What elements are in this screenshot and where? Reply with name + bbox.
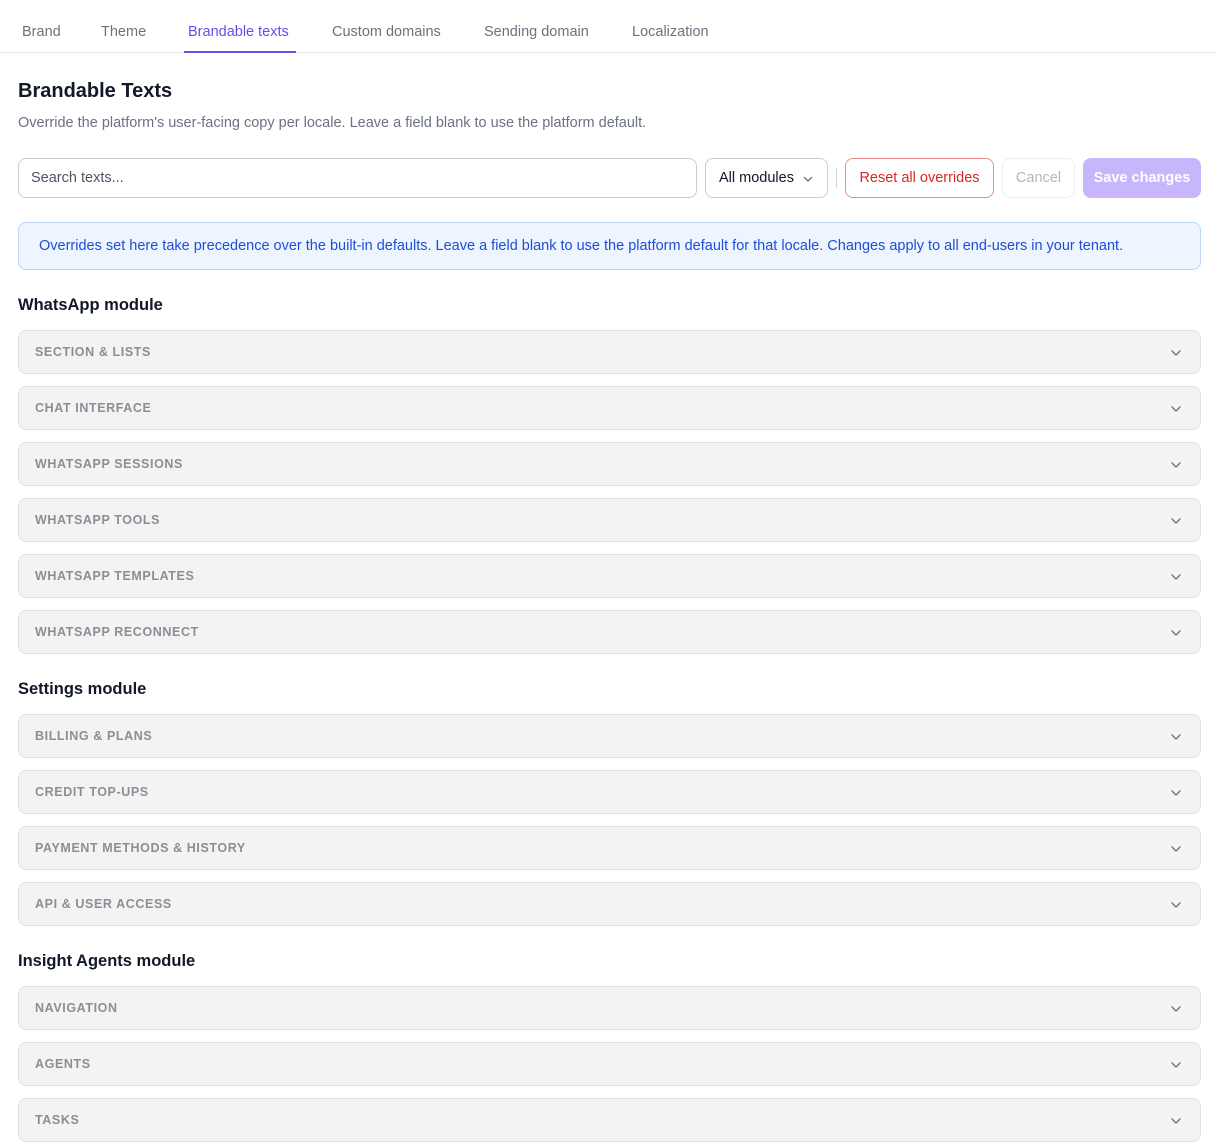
accordion-whatsapp-sessions[interactable]: WHATSAPP SESSIONS xyxy=(18,442,1201,486)
active-tab-indicator xyxy=(184,51,296,53)
chevron-down-icon xyxy=(1171,1006,1181,1012)
accordion-label: WHATSAPP SESSIONS xyxy=(35,457,183,471)
accordion-label: WHATSAPP TOOLS xyxy=(35,513,161,527)
cancel-button[interactable]: Cancel xyxy=(1002,158,1075,198)
chevron-down-icon xyxy=(1171,406,1181,412)
accordion-payment-methods-history[interactable]: PAYMENT METHODS & HISTORY xyxy=(18,826,1201,870)
accordion-whatsapp-reconnect[interactable]: WHATSAPP RECONNECT xyxy=(18,610,1201,654)
chevron-down-icon xyxy=(1171,574,1181,580)
chevron-down-icon xyxy=(1171,846,1181,852)
reset-all-overrides-button[interactable]: Reset all overrides xyxy=(845,158,994,198)
module-filter-value: All modules xyxy=(719,170,794,186)
info-banner: Overrides set here take precedence over … xyxy=(18,222,1201,270)
tab-sending-domain[interactable]: Sending domain xyxy=(484,0,589,53)
accordion-tasks[interactable]: TASKS xyxy=(18,1098,1201,1142)
accordion-label: NAVIGATION xyxy=(35,1001,118,1015)
accordion-label: AGENTS xyxy=(35,1057,91,1071)
tab-brand[interactable]: Brand xyxy=(22,0,61,53)
chevron-down-icon xyxy=(1171,350,1181,356)
accordion-label: BILLING & PLANS xyxy=(35,729,153,743)
accordion-navigation[interactable]: NAVIGATION xyxy=(18,986,1201,1030)
chevron-down-icon xyxy=(1171,518,1181,524)
toolbar: All modules Reset all overrides Cancel S… xyxy=(0,158,1216,198)
accordion-api-user-access[interactable]: API & USER ACCESS xyxy=(18,882,1201,926)
chevron-down-icon xyxy=(1171,902,1181,908)
chevron-down-icon xyxy=(803,176,813,182)
search-input[interactable] xyxy=(18,158,697,198)
tab-localization[interactable]: Localization xyxy=(632,0,709,53)
accordion-label: CREDIT TOP-UPS xyxy=(35,785,149,799)
accordion-credit-top-ups[interactable]: CREDIT TOP-UPS xyxy=(18,770,1201,814)
accordion-label: WHATSAPP RECONNECT xyxy=(35,625,199,639)
info-banner-text: Overrides set here take precedence over … xyxy=(39,238,1124,254)
chevron-down-icon xyxy=(1171,734,1181,740)
accordion-billing-plans[interactable]: BILLING & PLANS xyxy=(18,714,1201,758)
accordion-label: SECTION & LISTS xyxy=(35,345,151,359)
module-title-settings: Settings module xyxy=(18,680,147,698)
accordion-label: API & USER ACCESS xyxy=(35,897,172,911)
module-title-insight-agents: Insight Agents module xyxy=(18,952,196,970)
accordion-whatsapp-tools[interactable]: WHATSAPP TOOLS xyxy=(18,498,1201,542)
page-title: Brandable Texts xyxy=(18,80,173,102)
accordion-chat-interface[interactable]: CHAT INTERFACE xyxy=(18,386,1201,430)
accordion-label: PAYMENT METHODS & HISTORY xyxy=(35,841,246,855)
chevron-down-icon xyxy=(1171,1118,1181,1124)
accordion-agents[interactable]: AGENTS xyxy=(18,1042,1201,1086)
tab-brandable-texts[interactable]: Brandable texts xyxy=(188,0,289,53)
module-filter-select[interactable]: All modules xyxy=(705,158,828,198)
toolbar-divider xyxy=(836,168,837,188)
chevron-down-icon xyxy=(1171,462,1181,468)
chevron-down-icon xyxy=(1171,630,1181,636)
chevron-down-icon xyxy=(1171,1062,1181,1068)
tab-custom-domains[interactable]: Custom domains xyxy=(332,0,441,53)
save-changes-button[interactable]: Save changes xyxy=(1083,158,1201,198)
module-title-whatsapp: WhatsApp module xyxy=(18,296,163,314)
accordion-whatsapp-templates[interactable]: WHATSAPP TEMPLATES xyxy=(18,554,1201,598)
tab-theme[interactable]: Theme xyxy=(101,0,146,53)
page-subtitle: Override the platform's user-facing copy… xyxy=(18,115,647,131)
settings-tabs: Brand Theme Brandable texts Custom domai… xyxy=(0,0,1216,53)
accordion-label: WHATSAPP TEMPLATES xyxy=(35,569,195,583)
chevron-down-icon xyxy=(1171,790,1181,796)
accordion-section-lists[interactable]: SECTION & LISTS xyxy=(18,330,1201,374)
accordion-label: CHAT INTERFACE xyxy=(35,401,152,415)
accordion-label: TASKS xyxy=(35,1113,80,1127)
